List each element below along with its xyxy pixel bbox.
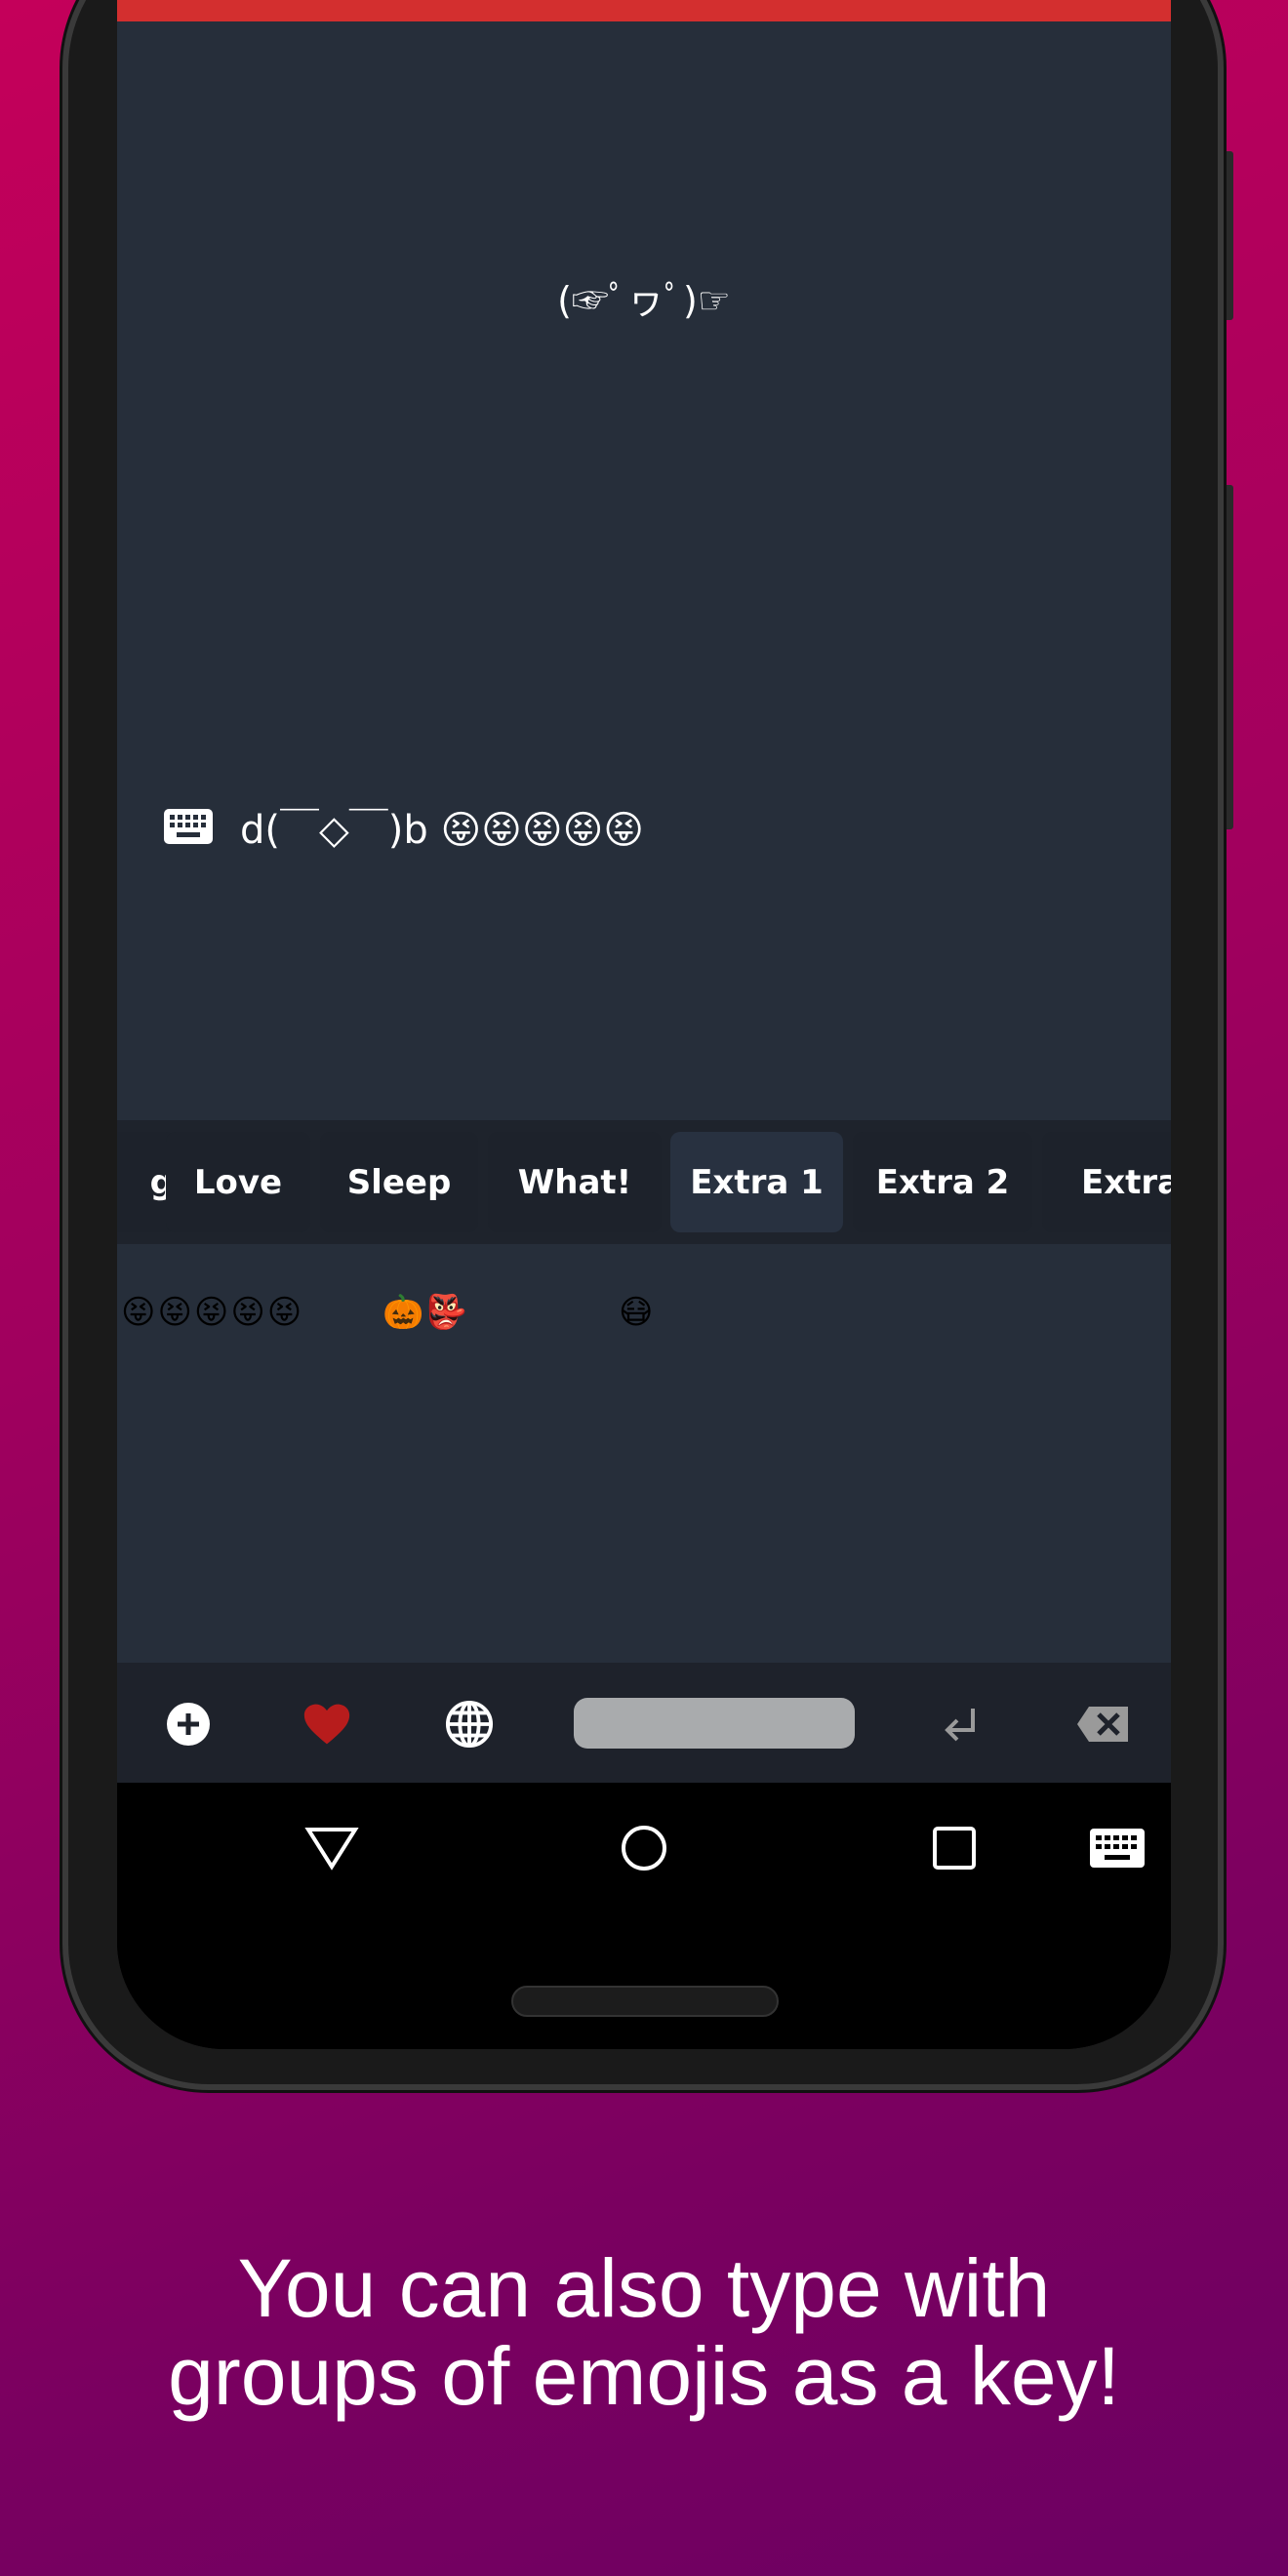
plus-circle-icon[interactable] bbox=[164, 1700, 213, 1749]
keyboard-bottom-bar bbox=[117, 1663, 1171, 1783]
caption-line-2: groups of emojis as a key! bbox=[168, 2330, 1120, 2422]
system-nav-bar bbox=[117, 1783, 1171, 2049]
caption-line-1: You can also type with bbox=[237, 2242, 1051, 2334]
input-row[interactable]: d(￣◇￣)b 😝😝😝😝😝 bbox=[164, 798, 644, 855]
space-bar[interactable] bbox=[574, 1698, 855, 1749]
speaker-grille bbox=[511, 1986, 779, 2017]
tab-extra-3[interactable]: Extra bbox=[1042, 1132, 1171, 1232]
heart-icon[interactable] bbox=[302, 1700, 351, 1749]
phone-screen: (☞ﾟヮﾟ)☞ d(￣◇￣)b 😝😝😝😝😝 g Love Sleep What!… bbox=[117, 0, 1171, 2049]
tab-love[interactable]: Love bbox=[166, 1132, 310, 1232]
keyboard-icon[interactable] bbox=[164, 809, 213, 844]
tab-extra-2[interactable]: Extra 2 bbox=[853, 1132, 1032, 1232]
recents-icon[interactable] bbox=[925, 1824, 984, 1872]
enter-icon[interactable] bbox=[937, 1700, 986, 1749]
app-content: (☞ﾟヮﾟ)☞ bbox=[117, 21, 1171, 1120]
globe-icon[interactable] bbox=[445, 1700, 494, 1749]
tab-extra-1[interactable]: Extra 1 bbox=[670, 1132, 843, 1232]
kaomoji-display: (☞ﾟヮﾟ)☞ bbox=[557, 279, 731, 322]
back-icon[interactable] bbox=[302, 1824, 361, 1872]
app-bar bbox=[117, 0, 1171, 21]
promo-caption: You can also type with groups of emojis … bbox=[0, 2244, 1288, 2420]
tab-sleep[interactable]: Sleep bbox=[320, 1132, 478, 1232]
category-tabs: g Love Sleep What! Extra 1 Extra 2 Extra bbox=[117, 1120, 1171, 1244]
emoji-key[interactable]: 😝😝😝😝😝 bbox=[121, 1293, 303, 1332]
home-icon[interactable] bbox=[615, 1824, 673, 1872]
emoji-key-grid: 😝😝😝😝😝 🎃👺 😷 bbox=[117, 1244, 1171, 1663]
emoji-key[interactable]: 😷 bbox=[619, 1293, 655, 1332]
text-input[interactable]: d(￣◇￣)b 😝😝😝😝😝 bbox=[240, 798, 644, 855]
keyboard-icon[interactable] bbox=[1088, 1824, 1147, 1872]
backspace-icon[interactable] bbox=[1073, 1700, 1132, 1749]
emoji-key[interactable]: 🎃👺 bbox=[382, 1293, 469, 1332]
tab-what[interactable]: What! bbox=[488, 1132, 662, 1232]
